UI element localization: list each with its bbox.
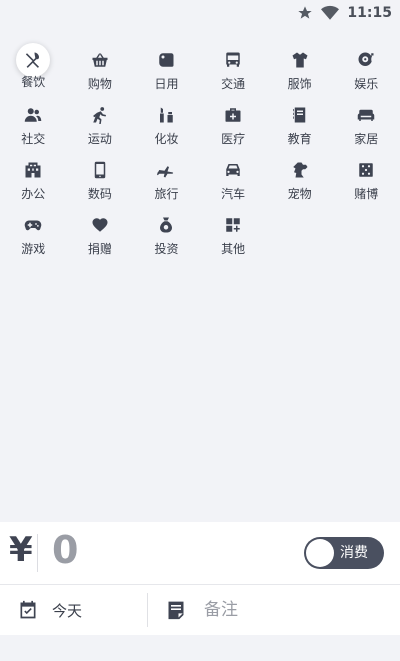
category-label: 服饰 (287, 77, 312, 91)
meta-row: 今天 (0, 585, 400, 635)
basket-icon (92, 53, 108, 67)
category-clothing[interactable]: 服饰 (266, 40, 333, 95)
status-time: 11:15 (347, 5, 392, 21)
category-label: 汽车 (221, 187, 246, 201)
category-donation[interactable]: 捐赠 (67, 205, 134, 260)
category-label: 交通 (221, 77, 246, 91)
bus-icon (226, 52, 240, 67)
utensils-icon (26, 52, 40, 68)
category-label: 餐饮 (21, 75, 46, 89)
category-travel[interactable]: 旅行 (133, 150, 200, 205)
date-button[interactable]: 今天 (0, 585, 147, 635)
category-label: 捐赠 (87, 242, 112, 256)
category-education[interactable]: 教育 (266, 95, 333, 150)
gamepad-icon (25, 220, 42, 231)
category-car[interactable]: 汽车 (200, 150, 267, 205)
category-label: 运动 (87, 132, 112, 146)
date-label: 今天 (52, 601, 83, 620)
money-bag-icon (160, 217, 173, 233)
apps-icon (226, 218, 240, 232)
category-label: 社交 (21, 132, 46, 146)
category-pet[interactable]: 宠物 (266, 150, 333, 205)
toilet-paper-icon (159, 53, 174, 67)
category-daily[interactable]: 日用 (133, 40, 200, 95)
wifi-icon (321, 5, 340, 20)
category-dining[interactable]: 餐饮 (0, 40, 67, 95)
dice-icon (359, 163, 374, 177)
entry-panel: ¥ 0 消费 今天 (0, 522, 400, 661)
category-cosmetics[interactable]: 化妆 (133, 95, 200, 150)
amount-display[interactable]: 0 (52, 528, 78, 572)
category-label: 化妆 (154, 132, 179, 146)
users-icon (25, 108, 42, 122)
category-medical[interactable]: 医疗 (200, 95, 267, 150)
category-other[interactable]: 其他 (200, 205, 267, 260)
cosmetics-icon (160, 107, 174, 123)
category-label: 教育 (287, 132, 312, 146)
note-area (148, 585, 400, 635)
star-icon (298, 6, 313, 19)
music-disc-icon (358, 52, 374, 66)
category-office[interactable]: 办公 (0, 150, 67, 205)
category-home[interactable]: 家居 (333, 95, 400, 150)
medical-kit-icon (225, 108, 241, 122)
heart-icon (92, 218, 108, 232)
category-social[interactable]: 社交 (0, 95, 67, 150)
category-label: 日用 (154, 77, 179, 91)
airplane-icon (157, 166, 174, 178)
category-shopping[interactable]: 购物 (67, 40, 134, 95)
category-label: 医疗 (221, 132, 246, 146)
category-sports[interactable]: 运动 (67, 95, 134, 150)
category-games[interactable]: 游戏 (0, 205, 67, 260)
note-input[interactable] (202, 599, 386, 621)
note-icon (168, 601, 184, 620)
toggle-label: 消费 (340, 545, 368, 561)
category-digital[interactable]: 数码 (67, 150, 134, 205)
category-label: 娱乐 (354, 77, 379, 91)
phone-icon (94, 161, 106, 179)
category-label: 宠物 (287, 187, 312, 201)
footer-spacer (0, 635, 400, 661)
tshirt-icon (292, 52, 308, 68)
expense-toggle[interactable]: 消费 (304, 537, 384, 569)
category-investment[interactable]: 投资 (133, 205, 200, 260)
running-icon (93, 107, 106, 124)
category-label: 家居 (354, 132, 379, 146)
divider (37, 534, 38, 572)
category-gambling[interactable]: 赌博 (333, 150, 400, 205)
category-transport[interactable]: 交通 (200, 40, 267, 95)
sofa-icon (358, 109, 375, 121)
calendar-icon (20, 600, 36, 619)
category-label: 旅行 (154, 187, 179, 201)
category-entertainment[interactable]: 娱乐 (333, 40, 400, 95)
book-icon (292, 107, 305, 123)
category-grid: 餐饮 购物 日用 交通 服饰 娱乐 社交 运动 化妆 医疗 教育 家居 办公 数… (0, 40, 400, 260)
building-icon (25, 162, 41, 178)
category-label: 赌博 (354, 187, 379, 201)
category-label: 其他 (221, 242, 246, 256)
dog-icon (292, 162, 308, 178)
category-label: 办公 (21, 187, 46, 201)
status-bar: 11:15 (0, 0, 400, 26)
category-label: 数码 (87, 187, 112, 201)
category-label: 购物 (87, 77, 112, 91)
amount-row: ¥ 0 消费 (0, 522, 400, 585)
currency-symbol: ¥ (9, 530, 33, 570)
car-icon (226, 164, 240, 176)
category-label: 游戏 (21, 242, 46, 256)
category-label: 投资 (154, 242, 179, 256)
toggle-knob (306, 539, 334, 567)
